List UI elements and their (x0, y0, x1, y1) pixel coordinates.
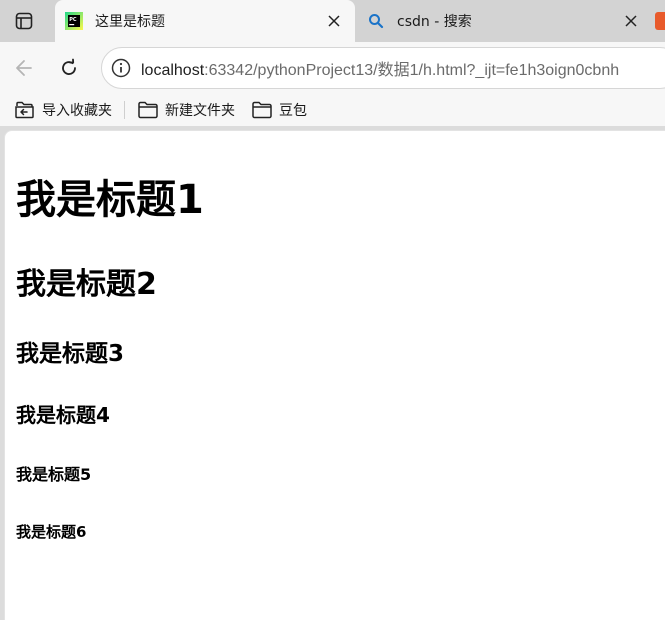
url-path: :63342/pythonProject13/数据1/h.html?_ijt=f… (204, 62, 620, 79)
page-viewport: 我是标题1 我是标题2 我是标题3 我是标题4 我是标题5 我是标题6 (4, 130, 665, 620)
folder-icon (138, 101, 158, 119)
close-tab-button[interactable] (616, 6, 646, 36)
address-bar[interactable]: localhost:63342/pythonProject13/数据1/h.ht… (101, 47, 665, 89)
partial-tab-favicon[interactable] (655, 12, 665, 30)
tab-active[interactable]: PC 这里是标题 (55, 0, 355, 42)
close-icon (328, 15, 340, 27)
window-layout-icon (15, 12, 33, 30)
browser-toolbar: localhost:63342/pythonProject13/数据1/h.ht… (0, 42, 665, 94)
bookmark-label: 新建文件夹 (165, 103, 235, 119)
tab-inactive[interactable]: csdn - 搜索 (357, 0, 652, 42)
heading-1: 我是标题1 (16, 177, 204, 223)
reload-button[interactable] (54, 53, 84, 83)
bookmark-label: 豆包 (279, 103, 307, 119)
url-text[interactable]: localhost:63342/pythonProject13/数据1/h.ht… (141, 56, 619, 80)
bookmark-doubao[interactable]: 豆包 (245, 96, 313, 124)
back-button[interactable] (9, 53, 39, 83)
folder-icon (252, 101, 272, 119)
bookmarks-bar: 导入收藏夹 新建文件夹 豆包 (0, 94, 665, 126)
tab-title: csdn - 搜索 (397, 14, 472, 30)
heading-5: 我是标题5 (16, 465, 92, 484)
reload-icon (62, 58, 76, 75)
bookmark-label: 导入收藏夹 (42, 103, 112, 119)
svg-text:PC: PC (69, 17, 77, 23)
heading-6: 我是标题6 (16, 523, 87, 541)
bookmark-import-favorites[interactable]: 导入收藏夹 (8, 96, 118, 124)
pycharm-icon: PC (65, 12, 83, 30)
url-host: localhost (141, 62, 205, 79)
bookmarks-divider (124, 101, 125, 119)
tab-actions-button[interactable] (8, 6, 40, 36)
close-tab-button[interactable] (319, 6, 349, 36)
heading-2: 我是标题2 (16, 267, 157, 302)
heading-4: 我是标题4 (16, 403, 110, 427)
tab-strip: PC 这里是标题 csdn - 搜索 (0, 0, 665, 42)
import-favorites-icon (15, 101, 34, 119)
search-icon (369, 14, 384, 29)
back-arrow-icon (16, 60, 32, 76)
bookmark-new-folder[interactable]: 新建文件夹 (131, 96, 241, 124)
close-icon (625, 15, 637, 27)
info-icon[interactable] (110, 57, 132, 79)
heading-3: 我是标题3 (16, 341, 125, 367)
tab-title: 这里是标题 (95, 14, 165, 30)
